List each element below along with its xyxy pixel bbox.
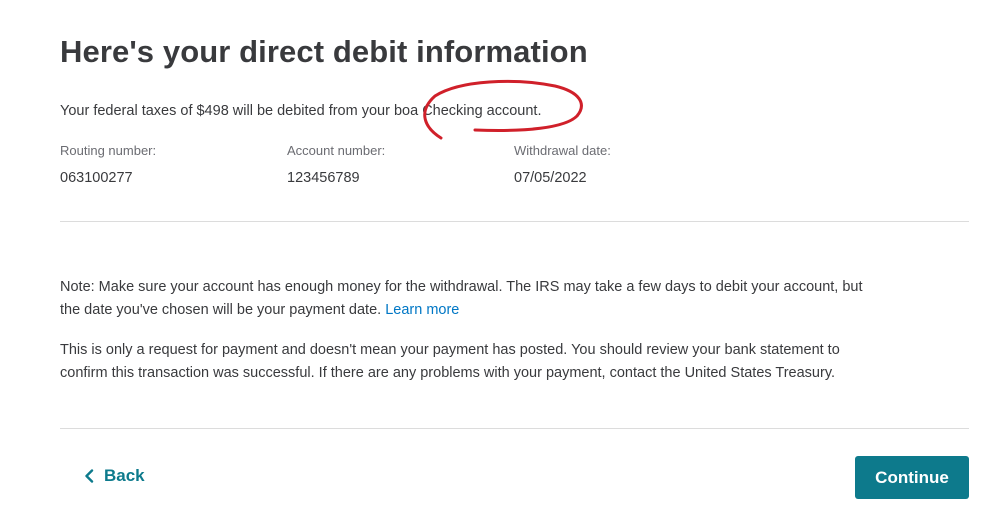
bank-name: boa: [393, 103, 419, 119]
divider-top: [60, 221, 969, 222]
withdrawal-date-label: Withdrawal date:: [514, 143, 611, 158]
withdrawal-date-value: 07/05/2022: [514, 170, 587, 186]
chevron-left-icon: [84, 469, 94, 483]
divider-bottom: [60, 428, 969, 429]
learn-more-link[interactable]: Learn more: [385, 302, 459, 318]
debit-summary: Your federal taxes of $498 will be debit…: [60, 103, 542, 119]
withdrawal-date-field: Withdrawal date: 07/05/2022: [514, 143, 611, 186]
account-type: Checking account.: [418, 103, 542, 119]
note-paragraph: Note: Make sure your account has enough …: [60, 276, 880, 322]
back-button[interactable]: Back: [84, 466, 145, 486]
routing-number-label: Routing number:: [60, 143, 157, 158]
account-number-label: Account number:: [287, 143, 386, 158]
routing-number-value: 063100277: [60, 170, 133, 186]
note-text: Note: Make sure your account has enough …: [60, 279, 863, 318]
back-label: Back: [104, 466, 145, 485]
account-number-field: Account number: 123456789: [287, 143, 385, 186]
account-number-value: 123456789: [287, 170, 360, 186]
summary-prefix: Your federal taxes of $498 will be debit…: [60, 103, 394, 119]
page-title: Here's your direct debit information: [60, 34, 588, 69]
direct-debit-page: Here's your direct debit information You…: [0, 0, 999, 514]
continue-button[interactable]: Continue: [855, 456, 969, 499]
disclaimer-paragraph: This is only a request for payment and d…: [60, 342, 840, 381]
routing-number-field: Routing number: 063100277: [60, 143, 156, 186]
